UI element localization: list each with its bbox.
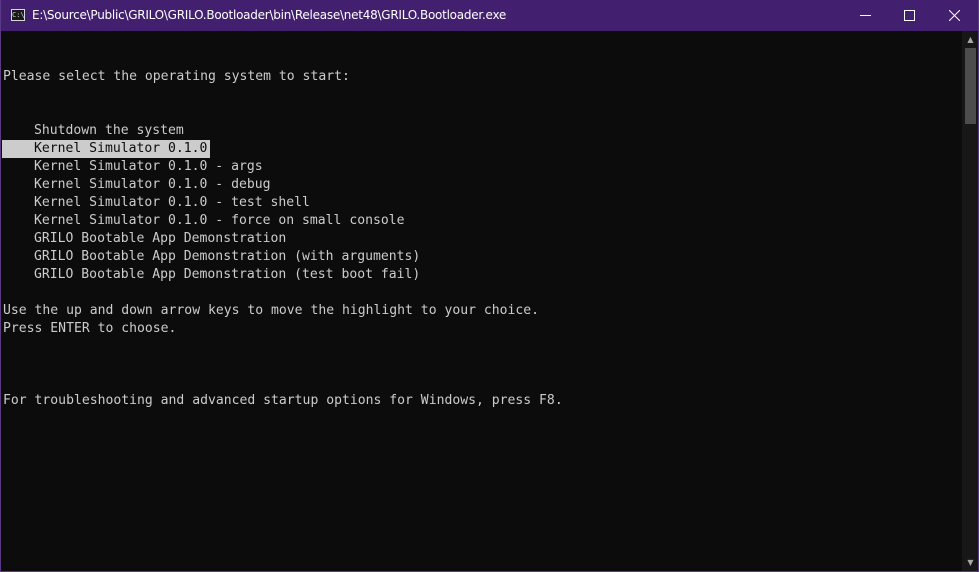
minimize-icon [860,15,871,16]
close-icon [949,10,960,21]
scroll-up-arrow-icon[interactable]: ▲ [962,31,978,48]
boot-menu-item[interactable]: Kernel Simulator 0.1.0 - debug [2,176,271,194]
console-app-icon[interactable]: C:\ [11,9,25,21]
boot-prompt: Please select the operating system to st… [3,69,350,84]
boot-menu-item[interactable]: Kernel Simulator 0.1.0 - args [2,158,263,176]
close-button[interactable] [932,0,978,31]
maximize-button[interactable] [887,0,933,31]
boot-menu-item-selected[interactable]: Kernel Simulator 0.1.0 [2,140,210,158]
scroll-down-arrow-icon[interactable]: ▼ [962,554,978,571]
enter-instructions: Press ENTER to choose. [3,321,177,336]
vertical-scrollbar[interactable]: ▲ ▼ [962,31,978,571]
boot-menu-item[interactable]: GRILO Bootable App Demonstration [2,230,286,248]
boot-menu-item[interactable]: GRILO Bootable App Demonstration (with a… [2,248,420,266]
navigation-instructions: Use the up and down arrow keys to move t… [3,303,540,318]
boot-menu-item[interactable]: GRILO Bootable App Demonstration (test b… [2,266,420,284]
minimize-button[interactable] [843,0,889,31]
boot-menu-item[interactable]: Shutdown the system [2,122,184,140]
maximize-icon [904,10,915,21]
title-bar[interactable]: C:\ E:\Source\Public\GRILO\GRILO.Bootloa… [1,0,978,31]
boot-menu-item[interactable]: Kernel Simulator 0.1.0 - force on small … [2,212,405,230]
console-output[interactable]: Please select the operating system to st… [2,31,962,571]
console-window: C:\ E:\Source\Public\GRILO\GRILO.Bootloa… [0,0,979,572]
scrollbar-thumb[interactable] [965,48,976,124]
troubleshooting-hint: For troubleshooting and advanced startup… [3,393,563,408]
boot-menu-item[interactable]: Kernel Simulator 0.1.0 - test shell [2,194,310,212]
window-title: E:\Source\Public\GRILO\GRILO.Bootloader\… [32,8,507,22]
